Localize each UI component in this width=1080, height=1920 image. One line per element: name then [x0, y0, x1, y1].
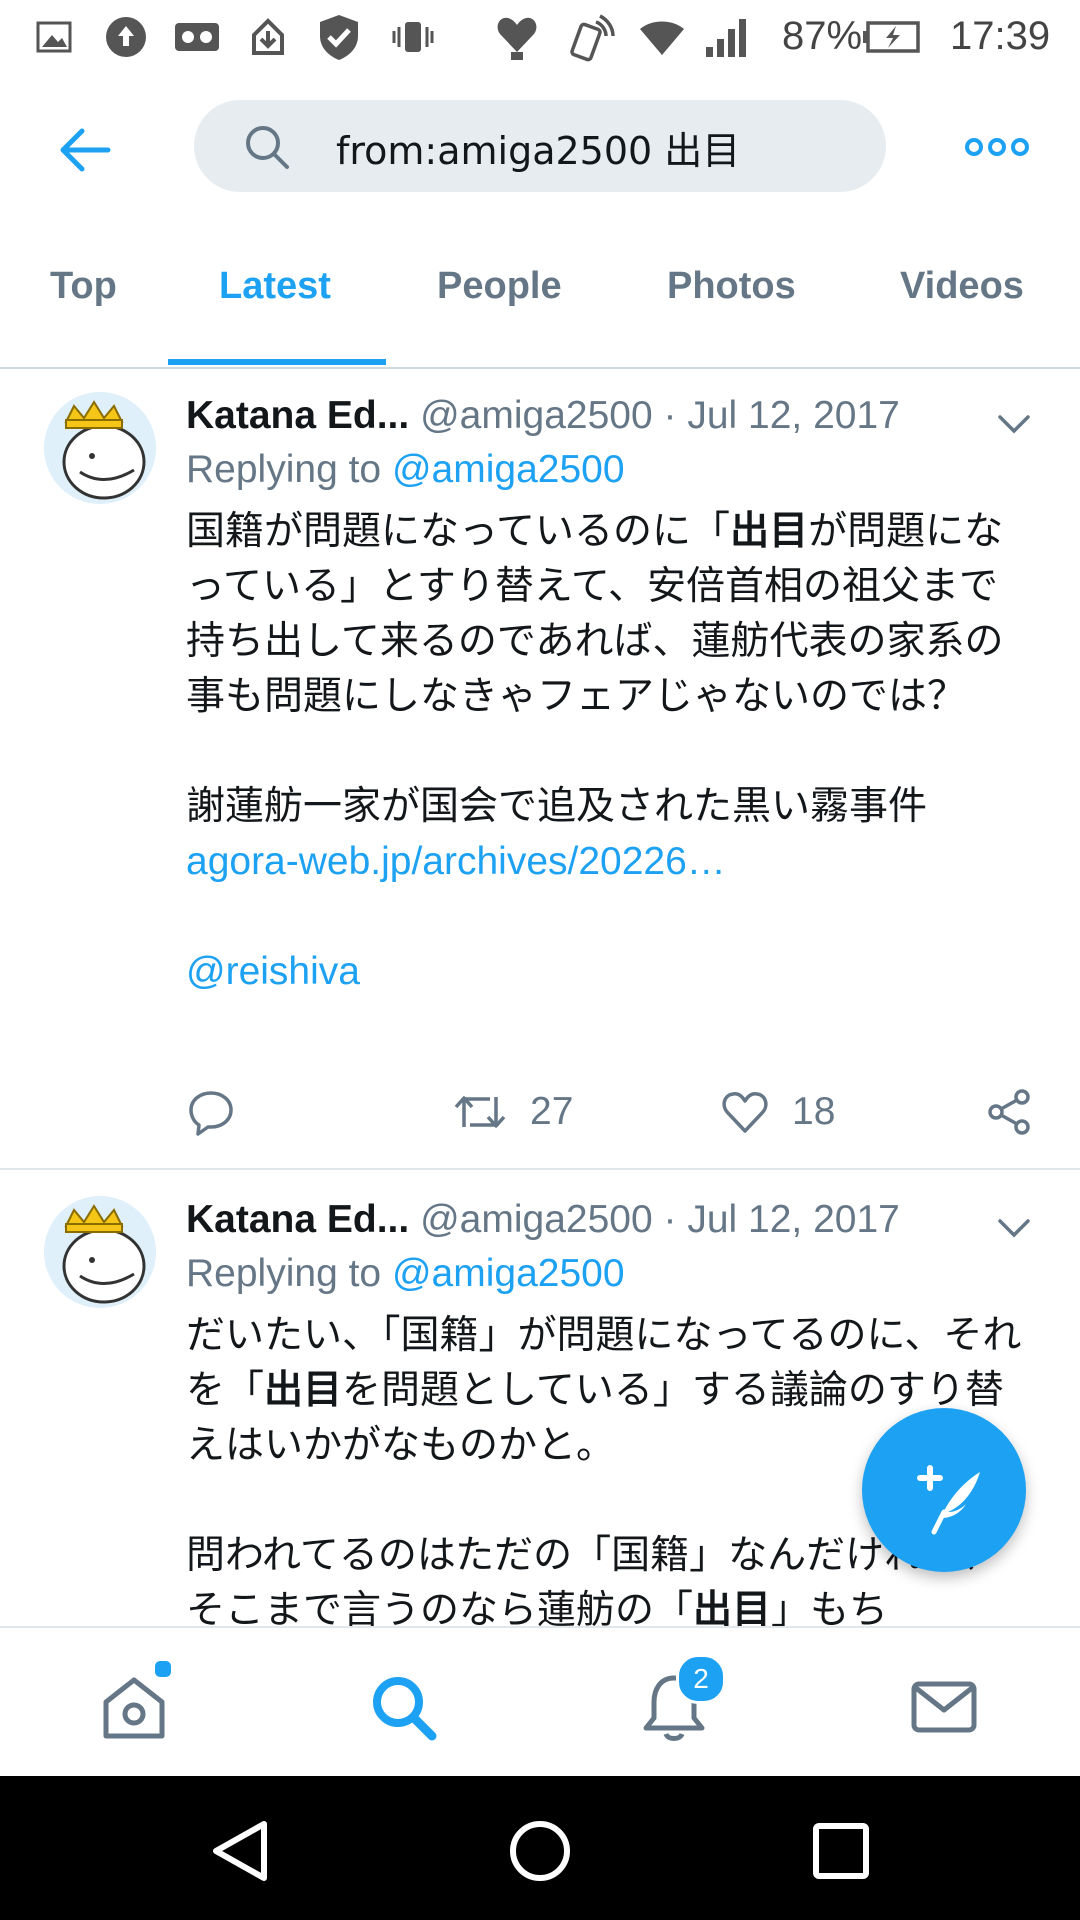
chevron-down-icon — [998, 415, 1030, 434]
tweet-link[interactable]: agora-web.jp/archives/20226… — [186, 834, 1036, 889]
tab-latest[interactable]: Latest — [219, 265, 331, 308]
signal-icon — [704, 12, 752, 62]
reply-icon — [189, 1091, 233, 1136]
battery-charging-icon — [862, 12, 922, 62]
messages-icon — [911, 1681, 977, 1733]
square-recents-icon — [813, 1823, 869, 1879]
replying-mention-link[interactable]: @amiga2500 — [392, 1252, 625, 1295]
vibrate-icon — [388, 12, 438, 62]
like-button[interactable]: 18 — [720, 1082, 835, 1142]
retweet-button[interactable]: 27 — [452, 1082, 573, 1142]
tweet-menu-button[interactable] — [996, 412, 1032, 436]
tweet-menu-button[interactable] — [996, 1216, 1032, 1240]
tweet-text-part: 国籍が問題になっているのに「 — [186, 509, 731, 554]
search-query[interactable]: from:amiga2500 出目 — [336, 120, 740, 175]
tab-videos[interactable]: Videos — [900, 265, 1024, 308]
separator-dot: · — [663, 394, 677, 437]
tab-photos[interactable]: Photos — [667, 265, 796, 308]
highlighted-term: 出目 — [730, 509, 809, 554]
tweet-text-part: 」もち — [771, 1588, 889, 1626]
tweet[interactable]: Katana Ed... @amiga2500 · Jul 12, 2017 R… — [0, 392, 1080, 1170]
triangle-back-icon — [213, 1821, 267, 1881]
system-navigation-bar — [0, 1776, 1080, 1920]
heart-icon — [722, 1092, 768, 1133]
tweet-text-part: 謝蓮舫一家が国会で追及された黒い霧事件 — [186, 784, 928, 829]
notifications-badge: 2 — [676, 1654, 726, 1704]
mention-link[interactable]: @reishiva — [186, 944, 1036, 999]
search-tabs: Top Latest People Photos Videos — [0, 215, 1080, 369]
tweet-header: Katana Ed... @amiga2500 · Jul 12, 2017 — [186, 1198, 900, 1242]
system-back-button[interactable] — [206, 1816, 276, 1886]
avatar[interactable] — [44, 1196, 156, 1308]
chevron-down-icon — [998, 1219, 1030, 1238]
avatar[interactable] — [44, 392, 156, 504]
tweet-text: 国籍が問題になっているのに「出目が問題になっている」とすり替えて、安倍首相の祖父… — [186, 504, 1036, 999]
battery-percent: 87% — [782, 14, 863, 58]
upload-icon — [104, 12, 148, 62]
clock: 17:39 — [950, 14, 1051, 58]
download-icon — [248, 12, 288, 62]
arrow-left-icon — [60, 128, 111, 172]
replying-to: Replying to @amiga2500 — [186, 1252, 625, 1296]
compose-tweet-icon — [917, 1465, 980, 1535]
bottom-navigation: 2 — [0, 1626, 1080, 1778]
compose-tweet-button[interactable] — [862, 1408, 1026, 1572]
system-recents-button[interactable] — [806, 1816, 876, 1886]
circle-home-icon — [510, 1821, 570, 1881]
reply-button[interactable] — [186, 1082, 236, 1142]
tab-people[interactable]: People — [437, 265, 562, 308]
tweet-actions: 27 18 — [186, 1082, 1046, 1142]
nav-search[interactable] — [364, 1668, 444, 1748]
image-icon — [34, 12, 74, 62]
tweet-date[interactable]: Jul 12, 2017 — [687, 1198, 900, 1241]
status-bar: 87% 17:39 — [0, 0, 1080, 75]
more-dots-icon — [965, 138, 1029, 156]
search-icon — [373, 1677, 437, 1741]
replying-mention-link[interactable]: @amiga2500 — [392, 448, 625, 491]
retweet-icon — [454, 1096, 506, 1128]
replying-prefix: Replying to — [186, 1252, 382, 1295]
tweet-date[interactable]: Jul 12, 2017 — [687, 394, 900, 437]
nfc-icon — [566, 12, 616, 62]
active-tab-indicator — [168, 359, 386, 365]
wifi-icon — [636, 12, 688, 62]
tab-top[interactable]: Top — [50, 265, 117, 308]
highlighted-term: 出目 — [264, 1368, 343, 1413]
like-count: 18 — [792, 1090, 836, 1133]
more-options-button[interactable] — [962, 127, 1032, 167]
shield-icon — [316, 12, 362, 62]
voicemail-icon — [172, 12, 222, 62]
tweet-header: Katana Ed... @amiga2500 · Jul 12, 2017 — [186, 394, 900, 438]
share-icon — [988, 1089, 1030, 1135]
author-name[interactable]: Katana Ed... — [186, 394, 409, 437]
nav-messages[interactable] — [904, 1668, 984, 1748]
system-home-button[interactable] — [505, 1816, 575, 1886]
search-field[interactable]: from:amiga2500 出目 — [194, 100, 886, 192]
heart-monitor-icon — [494, 12, 540, 62]
author-handle[interactable]: @amiga2500 — [420, 1198, 653, 1241]
home-notification-dot — [152, 1658, 174, 1680]
search-icon — [242, 122, 292, 172]
share-button[interactable] — [984, 1082, 1034, 1142]
separator-dot: · — [663, 1198, 677, 1241]
nav-home[interactable] — [94, 1668, 174, 1748]
replying-to: Replying to @amiga2500 — [186, 448, 625, 492]
replying-prefix: Replying to — [186, 448, 382, 491]
tweet-divider — [0, 1168, 1080, 1170]
author-name[interactable]: Katana Ed... — [186, 1198, 409, 1241]
highlighted-term: 出目 — [693, 1588, 772, 1626]
back-button[interactable] — [50, 115, 120, 185]
search-header: from:amiga2500 出目 — [0, 75, 1080, 215]
author-handle[interactable]: @amiga2500 — [420, 394, 653, 437]
retweet-count: 27 — [530, 1090, 574, 1133]
home-icon — [103, 1677, 165, 1739]
